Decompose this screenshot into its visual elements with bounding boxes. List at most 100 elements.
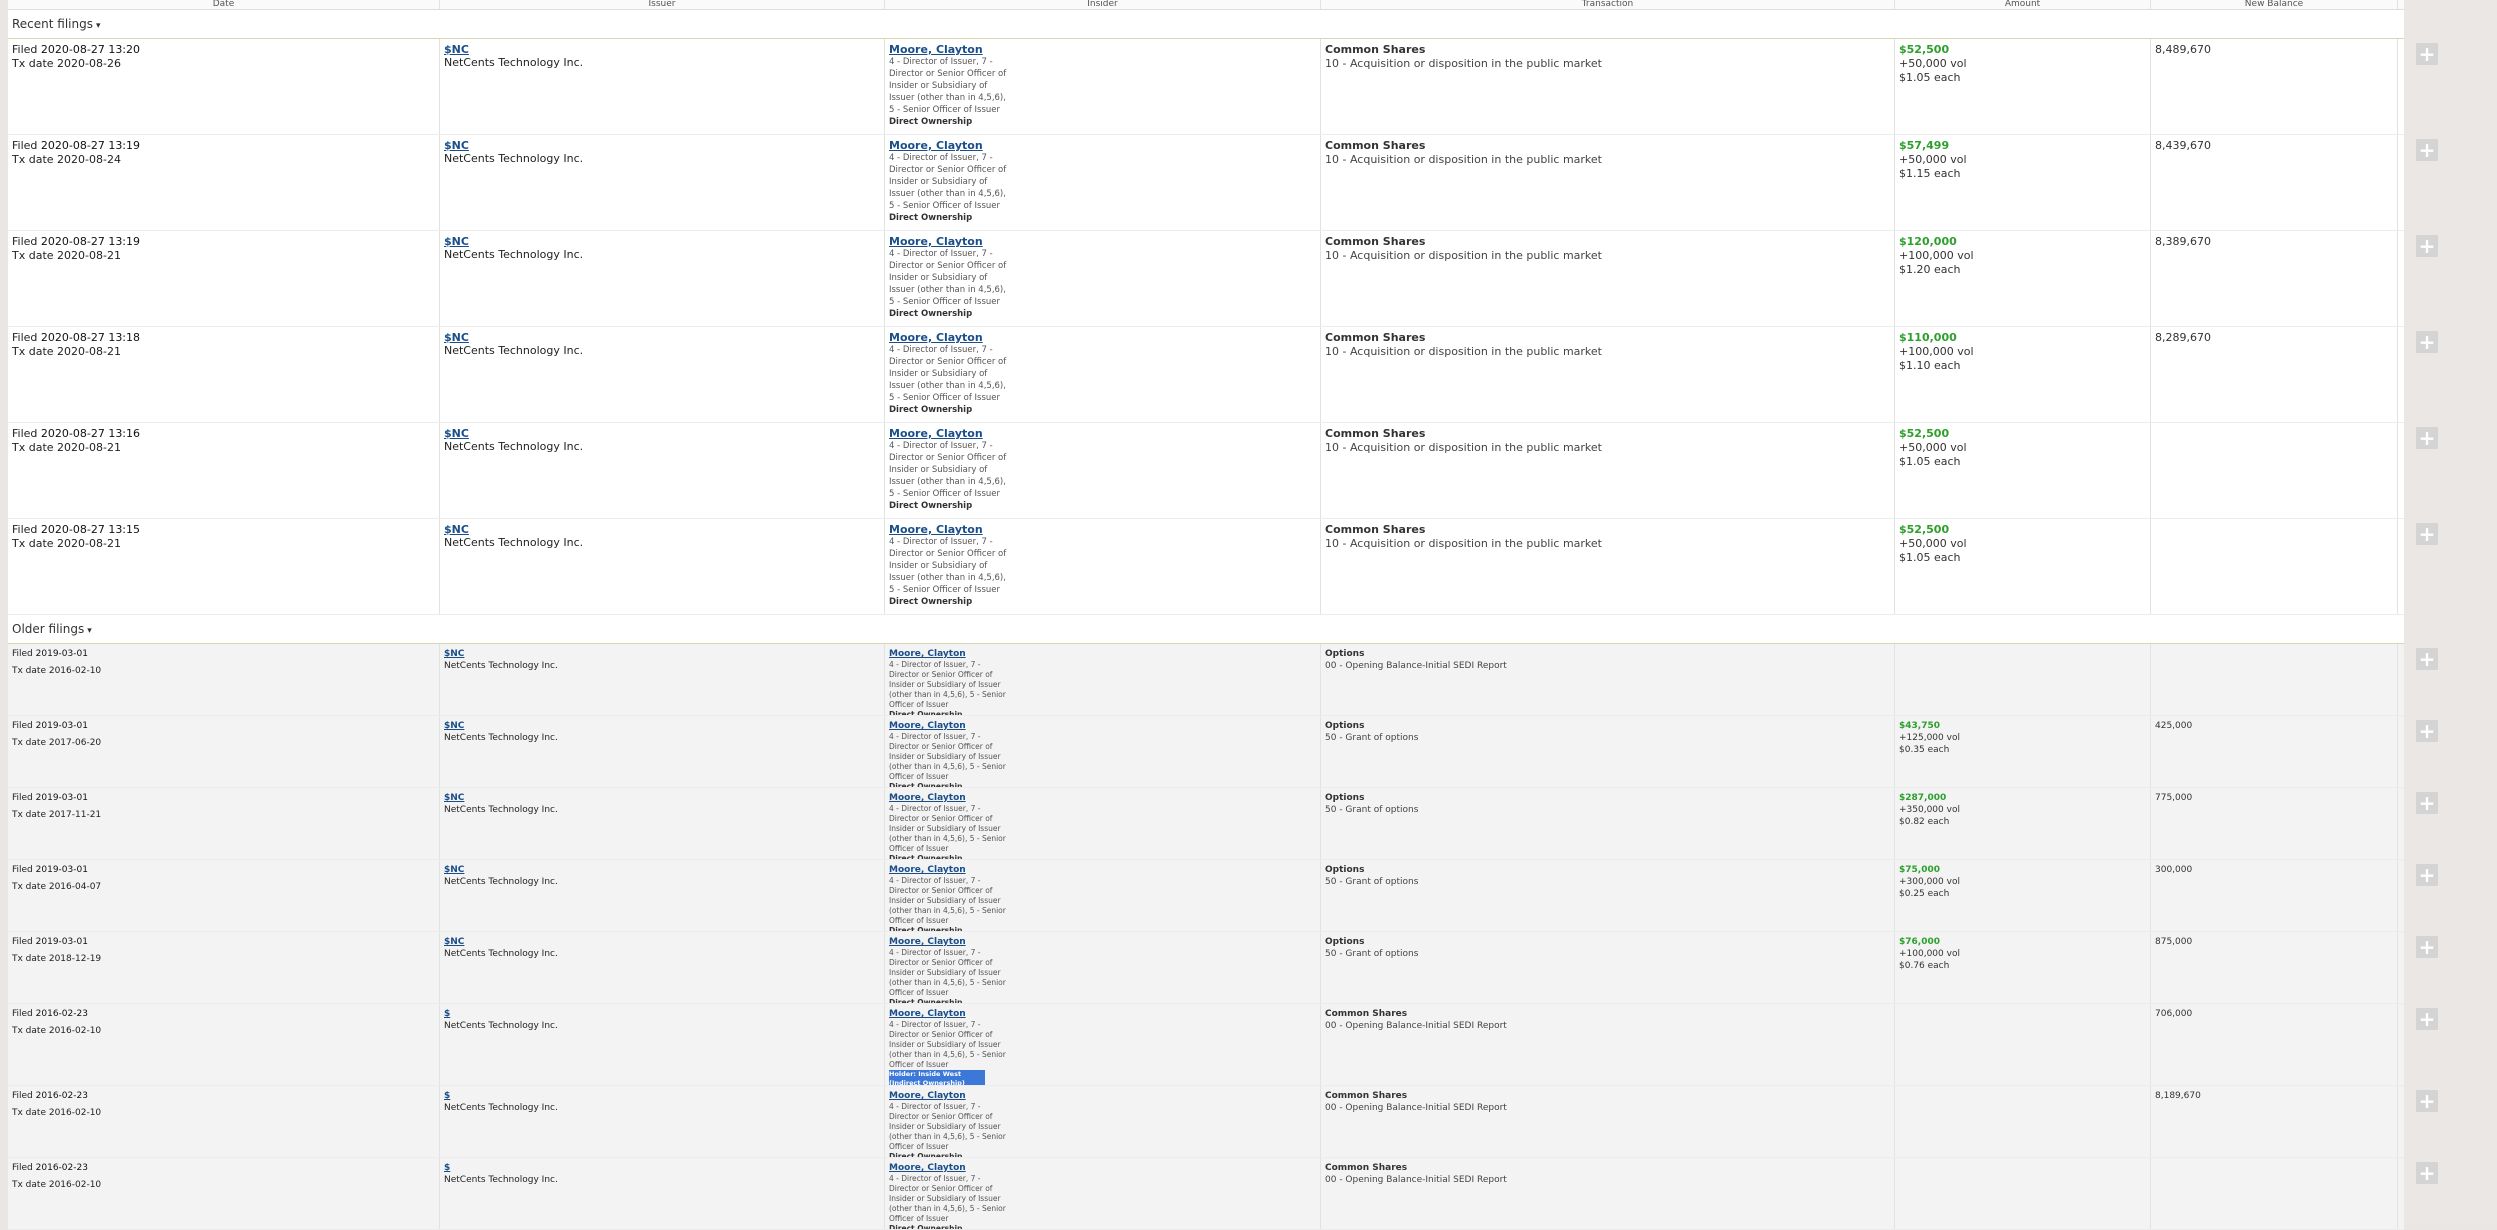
issuer-cell: $NC NetCents Technology Inc. [440,644,885,715]
insider-cell: Moore, Clayton 4 - Director of Issuer, 7… [885,1158,1321,1229]
insider-name-link[interactable]: Moore, Clayton [889,792,1316,804]
amount-volume: +125,000 vol [1899,733,1960,743]
transaction-cell: Options 50 - Grant of options [1321,860,1895,931]
issuer-symbol-link[interactable]: $NC [444,864,880,876]
amount-volume: +50,000 vol [1899,441,1967,454]
issuer-symbol-link[interactable]: $NC [444,523,880,536]
filed-label: Filed [12,427,38,440]
balance-cell: 425,000 + [2151,716,2438,787]
insider-name-link[interactable]: Moore, Clayton [889,331,1316,344]
header-insider[interactable]: Insider [885,0,1321,9]
table-row: Filed 2020-08-27 13:15 Tx date 2020-08-2… [8,519,2438,615]
amount-value: $287,000 [1899,793,1947,803]
filed-label: Filed [12,793,33,803]
issuer-symbol-link[interactable]: $NC [444,792,880,804]
ownership-type: Direct Ownership [889,501,973,511]
tx-value: 2020-08-21 [57,345,121,358]
insider-relationship: 4 - Director of Issuer, 7 - Director or … [889,57,1007,115]
tx-label: Tx date [12,1180,46,1190]
amount-cell: $52,500 +50,000 vol $1.05 each [1895,519,2151,614]
issuer-symbol-link[interactable]: $ [444,1090,880,1102]
header-amount[interactable]: Amount [1895,0,2151,9]
table-row: Filed 2019-03-01 Tx date 2017-06-20 $NC … [8,716,2438,788]
issuer-symbol-link[interactable]: $ [444,1162,880,1174]
filed-label: Filed [12,1091,33,1101]
issuer-symbol-link[interactable]: $NC [444,235,880,248]
insider-name-link[interactable]: Moore, Clayton [889,427,1316,440]
issuer-name: NetCents Technology Inc. [444,440,584,453]
insider-name-link[interactable]: Moore, Clayton [889,648,1316,660]
amount-cell: $120,000 +100,000 vol $1.20 each [1895,231,2151,326]
transaction-type: 10 - Acquisition or disposition in the p… [1325,537,1602,550]
issuer-symbol-link[interactable]: $NC [444,331,880,344]
tx-label: Tx date [12,153,54,166]
insider-relationship: 4 - Director of Issuer, 7 - Director or … [889,876,1006,925]
insider-name-link[interactable]: Moore, Clayton [889,864,1316,876]
insider-cell: Moore, Clayton 4 - Director of Issuer, 7… [885,135,1321,230]
balance-cell: 775,000 + [2151,788,2438,859]
date-cell: Filed 2019-03-01 Tx date 2017-11-21 [8,788,440,859]
tx-label: Tx date [12,345,54,358]
filed-value: 2016-02-23 [35,1091,88,1101]
header-date[interactable]: Date [8,0,440,9]
issuer-symbol-link[interactable]: $ [444,1008,880,1020]
transaction-type: 50 - Grant of options [1325,949,1419,959]
insider-name-link[interactable]: Moore, Clayton [889,1162,1316,1174]
new-balance-value: 706,000 [2155,1009,2193,1019]
filed-label: Filed [12,235,38,248]
transaction-type: 10 - Acquisition or disposition in the p… [1325,57,1602,70]
amount-cell: $52,500 +50,000 vol $1.05 each [1895,39,2151,134]
header-issuer[interactable]: Issuer [440,0,885,9]
amount-volume: +100,000 vol [1899,345,1974,358]
issuer-name: NetCents Technology Inc. [444,56,584,69]
issuer-symbol-link[interactable]: $NC [444,936,880,948]
insider-name-link[interactable]: Moore, Clayton [889,720,1316,732]
insider-cell: Moore, Clayton 4 - Director of Issuer, 7… [885,231,1321,326]
filed-date: Filed 2020-08-27 13:15 [12,523,435,537]
issuer-symbol-link[interactable]: $NC [444,139,880,152]
amount-price-each: $1.10 each [1899,359,1961,372]
amount-cell [1895,644,2151,715]
amount-cell: $75,000 +300,000 vol $0.25 each [1895,860,2151,931]
insider-cell: Moore, Clayton 4 - Director of Issuer, 7… [885,39,1321,134]
issuer-symbol-link[interactable]: $NC [444,43,880,56]
header-new-balance[interactable]: New Balance [2151,0,2398,9]
tx-value: 2016-02-10 [48,1108,102,1118]
issuer-symbol-link[interactable]: $NC [444,720,880,732]
filed-value: 2019-03-01 [35,937,88,947]
security-title: Common Shares [1325,1163,1408,1173]
header-transaction[interactable]: Transaction [1321,0,1895,9]
older-filings-toggle[interactable]: Older filings ▾ [8,615,2404,644]
issuer-name: NetCents Technology Inc. [444,661,558,671]
insider-name-link[interactable]: Moore, Clayton [889,1090,1316,1102]
date-cell: Filed 2020-08-27 13:16 Tx date 2020-08-2… [8,423,440,518]
recent-filings-toggle[interactable]: Recent filings ▾ [8,10,2404,39]
tx-label: Tx date [12,1026,46,1036]
amount-value: $120,000 [1899,235,1957,248]
issuer-symbol-link[interactable]: $NC [444,427,880,440]
filed-label: Filed [12,523,38,536]
insider-name-link[interactable]: Moore, Clayton [889,235,1316,248]
issuer-name: NetCents Technology Inc. [444,949,558,959]
amount-volume: +300,000 vol [1899,877,1960,887]
new-balance-value: 775,000 [2155,793,2193,803]
insider-name-link[interactable]: Moore, Clayton [889,523,1316,536]
security-title: Options [1325,649,1365,659]
transaction-type: 00 - Opening Balance-Initial SEDI Report [1325,1175,1507,1185]
security-title: Common Shares [1325,139,1426,152]
issuer-cell: $NC NetCents Technology Inc. [440,788,885,859]
issuer-symbol-link[interactable]: $NC [444,648,880,660]
new-balance-value: 8,439,670 [2155,139,2211,152]
insider-name-link[interactable]: Moore, Clayton [889,936,1316,948]
filed-label: Filed [12,43,38,56]
amount-value: $57,499 [1899,139,1950,152]
amount-price-each: $1.15 each [1899,167,1961,180]
insider-name-link[interactable]: Moore, Clayton [889,1008,1316,1020]
insider-name-link[interactable]: Moore, Clayton [889,43,1316,56]
security-title: Common Shares [1325,523,1426,536]
amount-volume: +50,000 vol [1899,153,1967,166]
insider-cell: Moore, Clayton 4 - Director of Issuer, 7… [885,327,1321,422]
issuer-name: NetCents Technology Inc. [444,877,558,887]
filed-value: 2020-08-27 13:16 [40,427,141,440]
insider-name-link[interactable]: Moore, Clayton [889,139,1316,152]
